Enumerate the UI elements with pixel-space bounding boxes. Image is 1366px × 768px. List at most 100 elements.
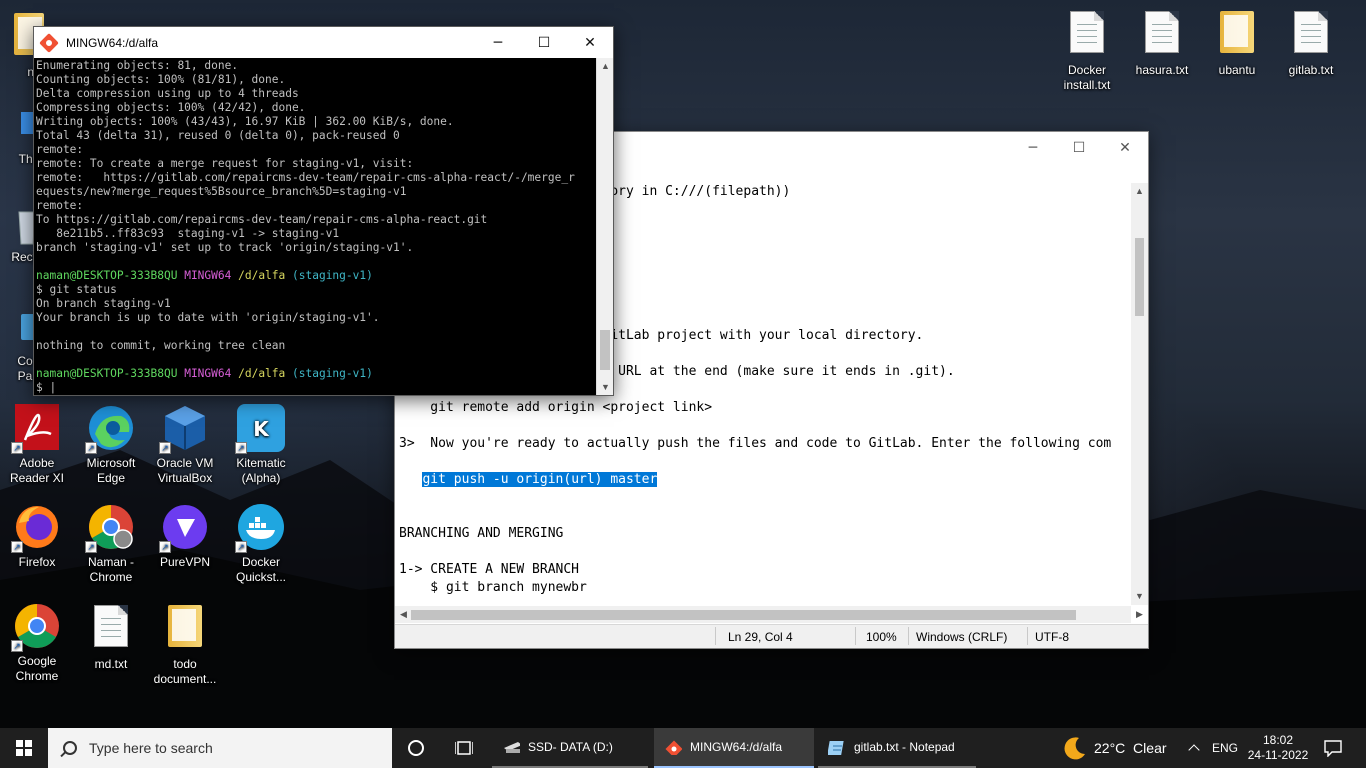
desktop-icon-adobe-reader[interactable]: ↗ Adobe Reader XI — [0, 404, 74, 486]
weather-text: 22°C Clear — [1094, 740, 1167, 756]
shortcut-arrow-icon: ↗ — [11, 640, 23, 652]
terminal-line: remote: — [36, 143, 84, 156]
prompt-path: /d/alfa — [238, 269, 286, 282]
scroll-right-arrow-icon[interactable]: ▶ — [1131, 606, 1148, 623]
scroll-thumb[interactable] — [600, 330, 610, 370]
notepad-status-bar: Ln 29, Col 4 100% Windows (CRLF) UTF-8 — [395, 624, 1148, 648]
text-lines-after: BRANCHING AND MERGING 1-> CREATE A NEW B… — [399, 489, 1130, 597]
cortana-icon — [408, 740, 424, 756]
text-file-icon — [1145, 11, 1179, 53]
selected-line: git push -u origin(url) master — [399, 471, 1130, 489]
language-indicator[interactable]: ENG — [1212, 728, 1238, 768]
terminal-line: Compressing objects: 100% (42/42), done. — [36, 101, 306, 114]
scroll-thumb[interactable] — [411, 610, 1076, 620]
desktop-icon-gitlab[interactable]: gitlab.txt — [1274, 8, 1348, 78]
scroll-down-arrow-icon[interactable]: ▼ — [597, 379, 614, 395]
minimize-button[interactable]: ─ — [1010, 132, 1056, 163]
moon-icon — [1064, 737, 1085, 760]
desktop-icon-docker-quickstart[interactable]: ↗ Docker Quickst... — [224, 503, 298, 585]
taskbar-task-explorer[interactable]: SSD- DATA (D:) — [492, 728, 648, 768]
scroll-up-arrow-icon[interactable]: ▲ — [597, 58, 614, 74]
shortcut-arrow-icon: ↗ — [11, 442, 23, 454]
text-file-icon — [1070, 11, 1104, 53]
taskbar-task-terminal[interactable]: MINGW64:/d/alfa — [654, 728, 814, 768]
control-panel-icon — [21, 314, 37, 340]
desktop-icon-ubantu[interactable]: ubantu — [1200, 8, 1274, 78]
line-ending: Windows (CRLF) — [916, 630, 1008, 644]
maximize-button[interactable]: ☐ — [521, 27, 567, 58]
terminal-line: Enumerating objects: 81, done. — [36, 59, 239, 72]
vertical-scrollbar[interactable]: ▲ ▼ — [1131, 183, 1148, 605]
close-button[interactable]: ✕ — [1102, 132, 1148, 163]
terminal-line: Total 43 (delta 31), reused 0 (delta 0),… — [36, 129, 400, 142]
shortcut-arrow-icon: ↗ — [11, 541, 23, 553]
text-line — [399, 507, 1130, 525]
shortcut-arrow-icon: ↗ — [85, 442, 97, 454]
terminal-title-bar[interactable]: MINGW64:/d/alfa ─ ☐ ✕ — [34, 27, 613, 58]
start-button[interactable] — [0, 728, 48, 768]
minimize-button[interactable]: ─ — [475, 27, 521, 58]
shortcut-arrow-icon: ↗ — [159, 541, 171, 553]
scroll-left-arrow-icon[interactable]: ◀ — [395, 606, 412, 623]
cortana-button[interactable] — [398, 728, 434, 768]
horizontal-scrollbar[interactable]: ◀ ▶ — [395, 606, 1143, 623]
show-hidden-icons-button[interactable] — [1186, 728, 1202, 768]
terminal-output[interactable]: Enumerating objects: 81, done. Counting o… — [34, 58, 596, 395]
desktop-icon-label: Naman - Chrome — [87, 555, 134, 584]
desktop-icon-todo-document[interactable]: todo document... — [148, 602, 222, 687]
terminal-line: Your branch is up to date with 'origin/s… — [36, 311, 380, 324]
desktop-icon-label: Co Pa — [17, 354, 33, 383]
task-view-button[interactable] — [446, 728, 482, 768]
desktop-icon-hasura[interactable]: hasura.txt — [1125, 8, 1199, 78]
desktop-icon-microsoft-edge[interactable]: ↗ Microsoft Edge — [74, 404, 148, 486]
task-label: MINGW64:/d/alfa — [690, 740, 783, 754]
language-text: ENG — [1212, 741, 1239, 755]
drive-icon — [504, 742, 520, 753]
desktop-icon-label: Kitematic (Alpha) — [236, 456, 286, 485]
desktop-icon-label: Docker install.txt — [1063, 63, 1111, 92]
desktop-icon-google-chrome[interactable]: ↗ Google Chrome — [0, 602, 74, 684]
desktop-icon-label: Oracle VM VirtualBox — [156, 456, 214, 485]
taskbar-search-box[interactable]: Type here to search — [48, 728, 392, 768]
prompt-branch: (staging-v1) — [292, 269, 373, 282]
desktop-icon-label: PureVPN — [159, 555, 211, 569]
desktop-icon-kitematic[interactable]: K ↗ Kitematic (Alpha) — [224, 404, 298, 486]
desktop-icon-md-txt[interactable]: md.txt — [74, 602, 148, 672]
desktop-icon-naman-chrome[interactable]: ↗ Naman - Chrome — [74, 503, 148, 585]
desktop-icon-virtualbox[interactable]: ↗ Oracle VM VirtualBox — [148, 404, 222, 486]
terminal-window[interactable]: MINGW64:/d/alfa ─ ☐ ✕ Enumerating object… — [33, 26, 614, 396]
desktop-icon-label: Google Chrome — [15, 654, 59, 683]
taskbar-task-notepad[interactable]: gitlab.txt - Notepad — [818, 728, 976, 768]
terminal-input-line[interactable]: $ | — [36, 381, 596, 395]
desktop-icon-label: md.txt — [94, 657, 128, 671]
weather-widget[interactable]: 22°C Clear — [1062, 728, 1167, 768]
desktop-icon-purevpn[interactable]: ↗ PureVPN — [148, 503, 222, 570]
notification-icon — [1324, 739, 1342, 757]
close-button[interactable]: ✕ — [567, 27, 613, 58]
desktop-icon-label: Firefox — [18, 555, 56, 569]
desktop-icon-firefox[interactable]: ↗ Firefox — [0, 503, 74, 570]
terminal-scrollbar[interactable]: ▲ ▼ — [596, 58, 613, 395]
notifications-button[interactable] — [1322, 728, 1344, 768]
search-icon — [63, 741, 77, 755]
recycle-bin-icon — [18, 211, 36, 245]
terminal-line: equests/new?merge_request%5Bsource_branc… — [36, 185, 407, 198]
clock[interactable]: 18:02 24-11-2022 — [1246, 728, 1310, 768]
desktop-icon-docker-install[interactable]: Docker install.txt — [1050, 8, 1124, 93]
task-view-icon — [455, 741, 473, 755]
scroll-down-arrow-icon[interactable]: ▼ — [1131, 588, 1148, 605]
terminal-line: branch 'staging-v1' set up to track 'ori… — [36, 241, 414, 254]
scroll-thumb[interactable] — [1135, 238, 1144, 316]
terminal-title: MINGW64:/d/alfa — [66, 35, 159, 50]
maximize-button[interactable]: ☐ — [1056, 132, 1102, 163]
text-line — [399, 543, 1130, 561]
text-file-icon — [94, 605, 128, 647]
text-line — [399, 453, 1130, 471]
desktop-icon-label: gitlab.txt — [1288, 63, 1334, 77]
shortcut-arrow-icon: ↗ — [235, 541, 247, 553]
terminal-status-output: On branch staging-v1 Your branch is up to… — [36, 297, 596, 367]
terminal-command: $ git status — [36, 283, 117, 296]
scroll-up-arrow-icon[interactable]: ▲ — [1131, 183, 1148, 200]
